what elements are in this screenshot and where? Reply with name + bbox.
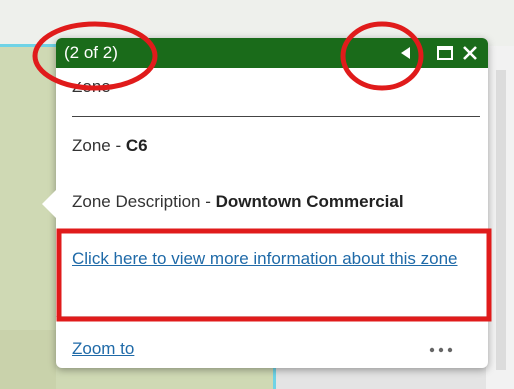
triangle-left-icon (401, 47, 410, 59)
map-viewport[interactable]: (2 of 2) Zone Zone - C6 Zone Description… (0, 0, 514, 389)
popup-title: Zone (72, 82, 272, 106)
close-icon (463, 46, 477, 60)
close-button[interactable] (460, 43, 480, 63)
more-actions-button[interactable] (426, 340, 456, 358)
map-edge-strip (496, 70, 506, 370)
more-information-link[interactable]: Click here to view more information abou… (72, 245, 476, 272)
zone-field: Zone - C6 (72, 135, 148, 157)
map-land-patch (0, 330, 56, 389)
ellipsis-icon (429, 347, 453, 353)
popup-content: Zone Zone - C6 Zone Description - Downto… (56, 68, 488, 368)
maximize-button[interactable] (436, 44, 454, 62)
popup-title-text: Zone (72, 82, 111, 96)
title-divider (72, 116, 480, 117)
popup-pointer (42, 190, 56, 218)
zoom-to-link[interactable]: Zoom to (72, 338, 134, 360)
zone-field-value: C6 (125, 136, 148, 155)
zone-description-label: Zone Description - (72, 192, 216, 211)
feature-count-label: (2 of 2) (64, 43, 118, 62)
footer-divider (56, 316, 488, 317)
previous-feature-button[interactable] (394, 41, 418, 65)
map-road-line (0, 44, 60, 47)
zone-field-label: Zone - (72, 136, 126, 155)
popup-header: (2 of 2) (56, 38, 488, 68)
feature-popup: (2 of 2) Zone Zone - C6 Zone Description… (42, 38, 488, 368)
zone-description-value: Downtown Commercial (215, 192, 404, 211)
maximize-icon (437, 46, 453, 60)
zone-description-field: Zone Description - Downtown Commercial (72, 191, 404, 213)
